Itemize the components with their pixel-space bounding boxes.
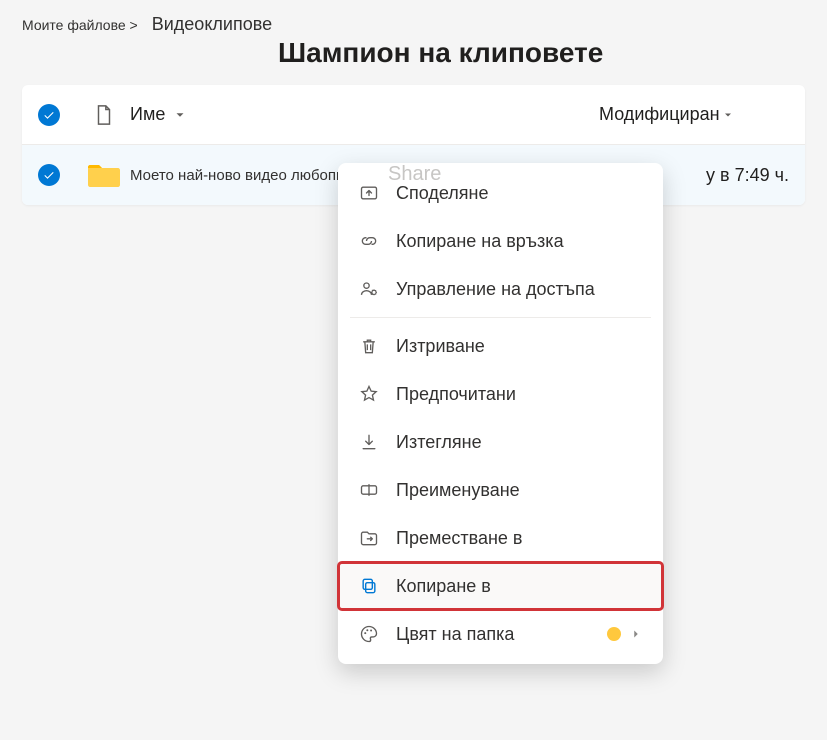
- folder-icon: [87, 161, 121, 189]
- palette-icon: [358, 623, 380, 645]
- menu-folder-color[interactable]: Цвят на папка: [338, 610, 663, 658]
- menu-manage-access-label: Управление на достъпа: [396, 279, 595, 300]
- color-swatch-yellow: [607, 627, 621, 641]
- download-icon: [358, 431, 380, 453]
- breadcrumb: Моите файлове > Видеоклипове: [0, 0, 827, 35]
- file-type-icon: [93, 104, 115, 126]
- breadcrumb-current[interactable]: Видеоклипове: [152, 14, 272, 35]
- menu-copy-link-label: Копиране на връзка: [396, 231, 564, 252]
- menu-copy-link[interactable]: Копиране на връзка: [338, 217, 663, 265]
- check-icon: [43, 169, 55, 181]
- menu-move-to[interactable]: Преместване в: [338, 514, 663, 562]
- menu-manage-access[interactable]: Управление на достъпа: [338, 265, 663, 313]
- page-title: Шампион на клиповете: [278, 37, 827, 69]
- check-icon: [43, 109, 55, 121]
- menu-folder-color-label: Цвят на папка: [396, 624, 514, 645]
- copy-icon: [358, 575, 380, 597]
- menu-separator: [350, 317, 651, 318]
- file-name: Моето най-ново видео любопитно: [130, 167, 368, 184]
- menu-share[interactable]: Share Споделяне: [338, 169, 663, 217]
- trash-icon: [358, 335, 380, 357]
- menu-download-label: Изтегляне: [396, 432, 482, 453]
- menu-copy-to-label: Копиране в: [396, 576, 491, 597]
- row-checkbox[interactable]: [38, 164, 60, 186]
- context-menu: Share Споделяне Копиране на връзка Управ…: [338, 163, 663, 664]
- menu-share-label: Споделяне: [396, 183, 488, 204]
- menu-copy-to[interactable]: Копиране в: [338, 562, 663, 610]
- menu-favorite[interactable]: Предпочитани: [338, 370, 663, 418]
- menu-download[interactable]: Изтегляне: [338, 418, 663, 466]
- people-gear-icon: [358, 278, 380, 300]
- select-all-checkbox[interactable]: [38, 104, 60, 126]
- share-icon: [358, 182, 380, 204]
- column-header-row: Име Модифициран: [22, 85, 805, 145]
- menu-move-to-label: Преместване в: [396, 528, 522, 549]
- menu-delete[interactable]: Изтриване: [338, 322, 663, 370]
- chevron-down-icon: [722, 109, 734, 121]
- menu-rename-label: Преименуване: [396, 480, 520, 501]
- link-icon: [358, 230, 380, 252]
- menu-favorite-label: Предпочитани: [396, 384, 516, 405]
- modified-column-header[interactable]: Модифициран: [599, 104, 789, 125]
- rename-icon: [358, 479, 380, 501]
- chevron-right-icon: [629, 627, 643, 641]
- name-column-label: Име: [130, 104, 165, 125]
- modified-column-label: Модифициран: [599, 104, 720, 125]
- chevron-down-icon: [173, 108, 187, 122]
- name-column-header[interactable]: Име: [130, 104, 599, 125]
- star-icon: [358, 383, 380, 405]
- breadcrumb-root[interactable]: Моите файлове >: [22, 17, 138, 33]
- menu-delete-label: Изтриване: [396, 336, 485, 357]
- menu-rename[interactable]: Преименуване: [338, 466, 663, 514]
- folder-arrow-icon: [358, 527, 380, 549]
